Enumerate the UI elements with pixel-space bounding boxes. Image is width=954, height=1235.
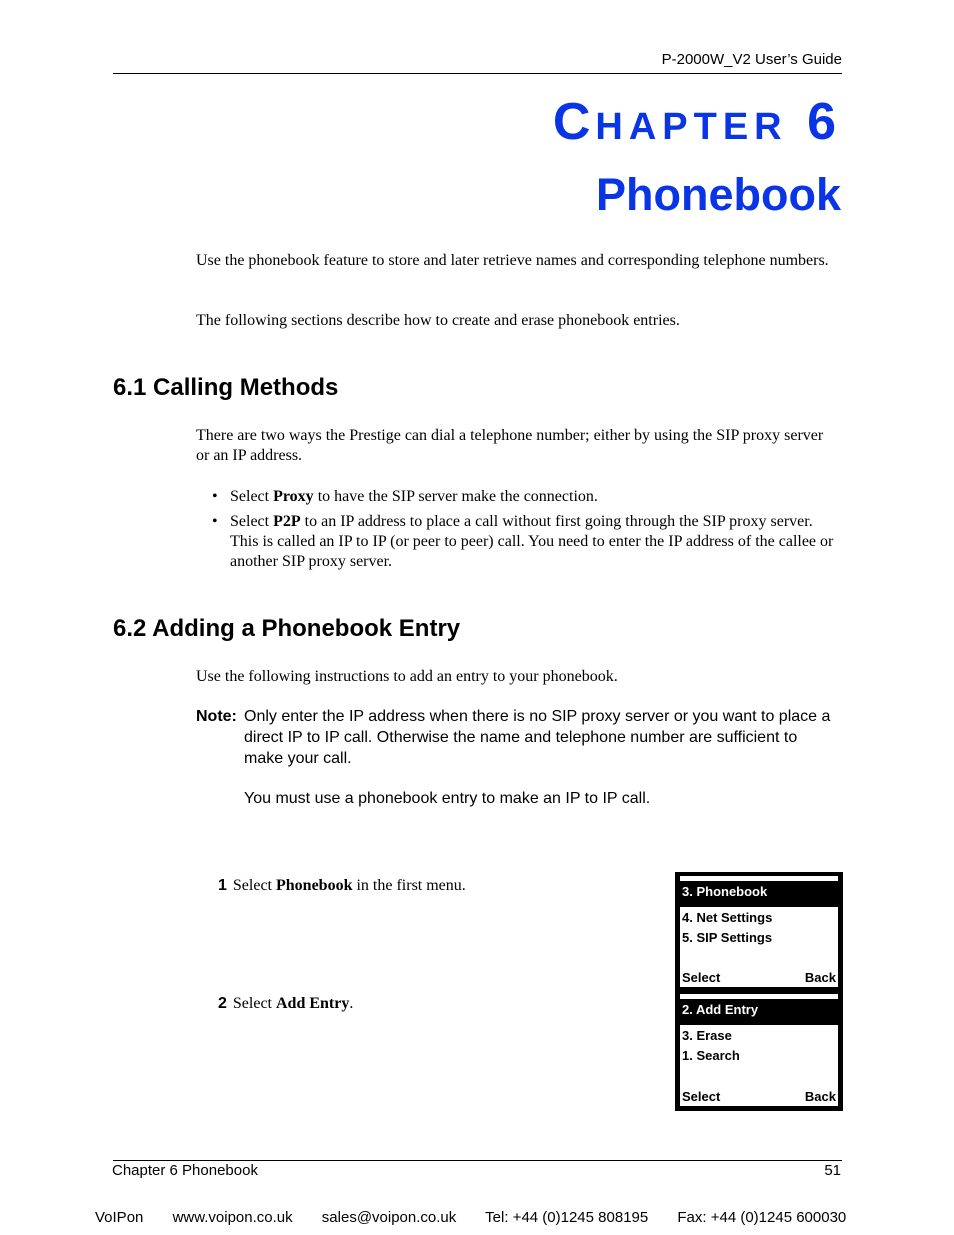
step-number: 1: [218, 877, 227, 894]
step-item: 2 Select Add Entry.: [218, 995, 354, 1012]
contact-line: VoIPon www.voipon.co.uk sales@voipon.co.…: [95, 1209, 846, 1226]
screen-menu-item: 3. Erase: [682, 1028, 732, 1043]
website-link[interactable]: www.voipon.co.uk: [173, 1209, 293, 1226]
bullet-list: Select Proxy to have the SIP server make…: [212, 487, 842, 577]
intro-paragraph: The following sections describe how to c…: [196, 312, 680, 329]
step-item: 1 Select Phonebook in the first menu.: [218, 877, 466, 894]
chapter-label-rest: HAPTER: [595, 106, 788, 148]
softkey-select: Select: [682, 970, 721, 985]
screen-menu-panel: 4. Net Settings 5. SIP Settings Select B…: [680, 907, 838, 987]
screen-selected-item: 3. Phonebook: [682, 884, 768, 899]
section-paragraph: Use the following instructions to add an…: [196, 668, 618, 685]
screen-menu-panel: 3. Erase 1. Search Select Back: [680, 1025, 838, 1106]
email-link[interactable]: sales@voipon.co.uk: [322, 1209, 456, 1226]
bullet-bold: P2P: [273, 513, 301, 530]
bullet-bold: Proxy: [273, 488, 314, 505]
screen-top-bar: [680, 876, 838, 881]
screen-menu-item: 4. Net Settings: [682, 910, 773, 925]
chapter-label-initial: C: [552, 93, 596, 151]
softkey-back: Back: [804, 1089, 836, 1104]
bullet-item: Select P2P to an IP address to place a c…: [212, 512, 842, 572]
screen-menu-item: 1. Search: [682, 1048, 740, 1063]
section-heading: 6.2 Adding a Phonebook Entry: [113, 615, 461, 642]
chapter-number: 6: [807, 93, 841, 151]
header-rule: [113, 73, 842, 74]
footer-rule: [113, 1160, 842, 1161]
bullet-item: Select Proxy to have the SIP server make…: [212, 487, 842, 507]
phone-screen: 2. Add Entry 3. Erase 1. Search Select B…: [675, 990, 843, 1111]
footer-chapter-label: Chapter 6 Phonebook: [112, 1162, 258, 1179]
fax: Fax: +44 (0)1245 600030: [677, 1209, 847, 1226]
softkey-select: Select: [682, 1089, 721, 1104]
screen-top-bar: [680, 994, 838, 999]
intro-paragraph: Use the phonebook feature to store and l…: [196, 252, 829, 269]
screen-menu-item: 5. SIP Settings: [682, 930, 773, 945]
note-text: You must use a phonebook entry to make a…: [244, 790, 651, 807]
guide-title: P-2000W_V2 User’s Guide: [661, 51, 842, 68]
company-name: VoIPon: [95, 1209, 144, 1226]
page-number: 51: [824, 1162, 841, 1179]
softkey-back: Back: [804, 970, 836, 985]
section-paragraph: There are two ways the Prestige can dial…: [196, 427, 824, 464]
chapter-label: CHAPTER 6: [553, 96, 841, 148]
phone-screen: 3. Phonebook 4. Net Settings 5. SIP Sett…: [675, 872, 843, 992]
step-number: 2: [218, 995, 227, 1012]
telephone: Tel: +44 (0)1245 808195: [485, 1209, 649, 1226]
section-heading: 6.1 Calling Methods: [113, 374, 339, 401]
note-label: Note:: [196, 708, 237, 725]
note-block: Note: Only enter the IP address when the…: [196, 706, 836, 809]
note-text: Only enter the IP address when there is …: [244, 708, 831, 767]
chapter-title: Phonebook: [596, 169, 841, 220]
screen-selected-item: 2. Add Entry: [682, 1002, 759, 1017]
